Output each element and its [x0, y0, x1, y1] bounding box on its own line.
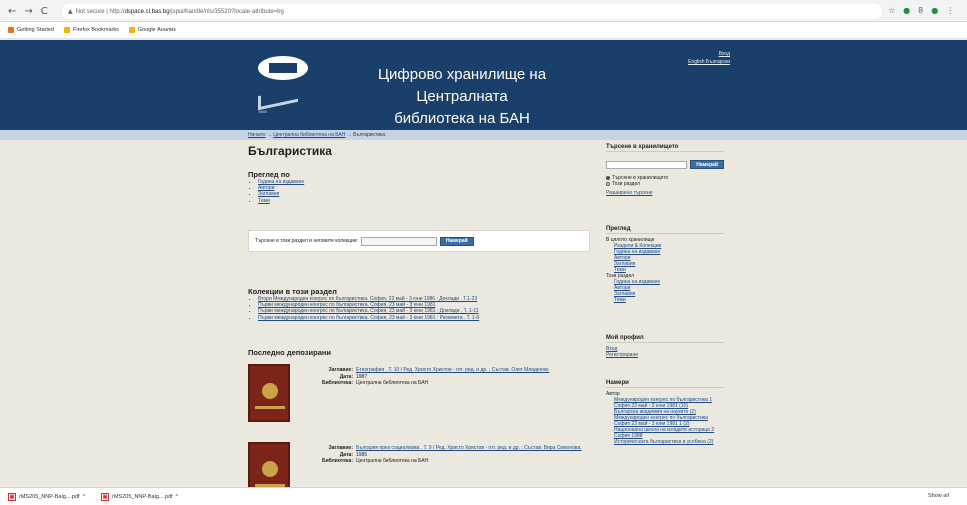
menu-icon[interactable]: ⋮ — [946, 6, 954, 15]
nav-buttons: ← → C — [8, 6, 48, 17]
chevron-up-icon[interactable]: ^ — [176, 494, 179, 500]
book-cover-thumbnail[interactable] — [248, 364, 290, 422]
title-line-2: библиотека на БАН — [394, 110, 530, 127]
sidebar-search-input[interactable] — [606, 160, 688, 169]
url-path: /jspui/handle/nls/35520?locale-attribute… — [169, 8, 284, 15]
browse-section: Преглед по Година на издаване Автори Заг… — [248, 170, 304, 204]
breadcrumb-library[interactable]: Централна библиотека на БАН — [273, 132, 345, 138]
item-library: Централна библиотека на БАН — [356, 380, 429, 386]
browse-by-title[interactable]: Заглавия — [258, 191, 279, 197]
browse-heading: Преглед по — [248, 170, 290, 179]
download-item[interactable]: ▣ rMS205_NNP-Balg....pdf ^ — [101, 492, 179, 501]
breadcrumb-bar: Начало → Централна библиотека на БАН → Б… — [0, 130, 967, 140]
folder-icon — [64, 27, 70, 33]
item-metadata: Заглавие: България през социализма . Т. 9… — [322, 445, 582, 464]
facet-link[interactable]: Международен конгрес по българистика Соф… — [614, 415, 708, 427]
bookmark-firefox[interactable]: Firefox Bookmarks — [64, 27, 119, 33]
advanced-search-link[interactable]: Разширено търсене — [606, 190, 653, 196]
browser-toolbar: ← → C ▲ Not secure | http:// dspace.cl.b… — [0, 0, 967, 22]
site-header: 1869 Цифрово хранилище на Централната би… — [0, 40, 967, 130]
download-filename: rMS205_NNP-Balg....pdf — [112, 493, 173, 500]
facet-link[interactable]: Историческата българистика в услбена (2) — [614, 439, 713, 445]
site-title: Цифрово хранилище на Централната библиот… — [342, 64, 582, 130]
browse-by-date[interactable]: Година на издаване — [258, 179, 304, 185]
radio-icon — [606, 176, 610, 180]
extension-icon[interactable]: ● — [903, 6, 910, 15]
toolbar-icons: ☆ ● 8 ● ⋮ — [888, 6, 954, 15]
breadcrumb-current: Българистика — [353, 132, 386, 138]
title-line-1: Цифрово хранилище на Централната — [377, 66, 547, 105]
collection-link[interactable]: Първи международен конгрес по българисти… — [258, 315, 479, 321]
downloads-bar: ▣ rMS205_NNP-Balg....pdf ^ ▣ rMS205_NNP-… — [0, 487, 967, 505]
warning-icon: ▲ — [68, 8, 73, 15]
item-library: Централна библиотека на БАН — [356, 458, 429, 464]
url-prefix: http:// — [109, 8, 125, 15]
recent-heading: Последно депозирани — [248, 348, 332, 357]
collection-link[interactable]: Първи международен конгрес по българисти… — [258, 308, 479, 314]
address-bar[interactable]: ▲ Not secure | http:// dspace.cl.bas.bg … — [62, 4, 882, 19]
download-filename: rMS205_NNP-Balg....pdf — [19, 493, 80, 500]
sidebar-search-heading: Търсене в хранилището — [606, 144, 724, 152]
bookmark-label: Getting Started — [17, 27, 54, 33]
item-title-link[interactable]: България през социализма . Т. 9 / Ред. Х… — [356, 445, 582, 452]
browse-by-subject[interactable]: Теми — [258, 198, 270, 204]
chevron-up-icon[interactable]: ^ — [83, 494, 86, 500]
pdf-icon: ▣ — [8, 492, 16, 501]
security-warning: Not secure — [75, 8, 105, 15]
url-host: dspace.cl.bas.bg — [124, 8, 170, 15]
browse-by-author[interactable]: Автори — [258, 185, 274, 191]
facet-link[interactable]: Национална школа на младите историци 2 С… — [614, 427, 714, 439]
sidebar-profile-heading: Мой профил — [606, 335, 724, 343]
main-content: Българистика Преглед по Година на издава… — [248, 144, 590, 500]
bookmark-getting-started[interactable]: Getting Started — [8, 27, 54, 33]
browse-list: Година на издаване Автори Заглавия Теми — [248, 179, 304, 204]
show-all-button[interactable]: Show all — [928, 493, 949, 499]
sidebar-find-heading: Намери — [606, 380, 724, 388]
sidebar-browse: Преглед В цялото хранилище Раздели & Кол… — [606, 226, 724, 303]
item-title-link[interactable]: Етнография . Т. 10 / Ред. Христо Христов… — [356, 367, 549, 374]
extension-shield-icon[interactable]: ● — [931, 6, 938, 15]
collection-search: Търсене в този раздел и неговите колекци… — [248, 230, 590, 252]
forward-icon[interactable]: → — [24, 6, 32, 17]
sidebar-search-button[interactable]: Намерай — [690, 160, 724, 169]
register-link[interactable]: Регистриране — [606, 352, 638, 358]
sidebar-facets: Намери Автор Международен конгрес по бъл… — [606, 380, 724, 445]
analytics-icon — [128, 27, 135, 33]
search-input[interactable] — [360, 236, 437, 246]
login-link[interactable]: Вход — [719, 51, 730, 57]
search-label: Търсене в този раздел и неговите колекци… — [255, 238, 358, 244]
breadcrumb-home[interactable]: Начало — [248, 132, 265, 138]
facet-link[interactable]: Международен конгрес по българистика 1 С… — [614, 397, 712, 409]
back-icon[interactable]: ← — [8, 6, 16, 17]
building-icon — [258, 56, 308, 80]
bookmarks-bar: Getting Started Firefox Bookmarks Google… — [0, 22, 967, 39]
sidebar-profile: Мой профил Вход Регистриране — [606, 335, 724, 358]
sidebar-link[interactable]: Теми — [614, 297, 626, 303]
bookmark-star-icon[interactable]: ☆ — [888, 6, 895, 15]
sidebar-search: Търсене в хранилището Намерай Търсене в … — [606, 144, 724, 196]
radio-search-section[interactable]: Този раздел — [606, 181, 724, 187]
item-metadata: Заглавие: Етнография . Т. 10 / Ред. Христ… — [322, 367, 550, 386]
page-title: Българистика — [248, 144, 332, 158]
radio-icon — [606, 182, 610, 186]
firefox-icon — [8, 27, 14, 33]
bookmark-label: Google Анализ — [137, 27, 176, 33]
reload-icon[interactable]: C — [41, 6, 48, 17]
bookmark-google[interactable]: Google Анализ — [128, 27, 176, 33]
logo-caption: 1869 — [258, 109, 267, 114]
collections-heading: Колекции в този раздел — [248, 287, 337, 296]
header-links: Вход English Български — [660, 50, 730, 66]
collections-list: Втори Международен конгрес по българисти… — [248, 296, 590, 321]
collections-section: Колекции в този раздел Втори Международе… — [248, 287, 590, 321]
download-item[interactable]: ▣ rMS205_NNP-Balg....pdf ^ — [8, 492, 86, 501]
book-icon — [258, 87, 298, 111]
library-logo[interactable]: 1869 — [258, 56, 308, 118]
language-link[interactable]: English Български — [688, 59, 730, 65]
profile-icon[interactable]: 8 — [918, 6, 923, 15]
search-button[interactable]: Намерай — [439, 236, 474, 246]
sidebar-browse-heading: Преглед — [606, 226, 724, 234]
pdf-icon: ▣ — [101, 492, 110, 501]
bookmark-label: Firefox Bookmarks — [73, 27, 119, 33]
breadcrumb: Начало → Централна библиотека на БАН → Б… — [248, 132, 386, 138]
